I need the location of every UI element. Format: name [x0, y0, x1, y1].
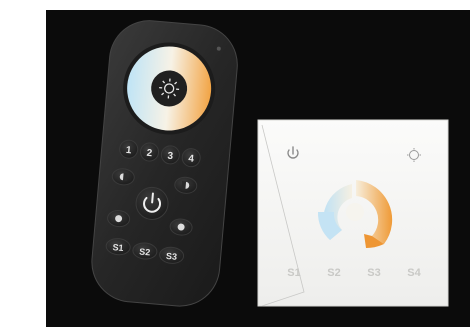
scene-key-s1[interactable]: S1 [287, 267, 300, 279]
scene-key-s2[interactable]: S2 [327, 267, 340, 279]
remote-control: 1 2 3 4 S1 S2 S3 [91, 20, 238, 307]
product-photo: 1 2 3 4 S1 S2 S3 S1 S2 S3 S4 [46, 10, 470, 327]
scene-key-s3[interactable]: S3 [367, 267, 380, 279]
wall-panel: S1 S2 S3 S4 [257, 119, 449, 307]
svg-text:S2: S2 [139, 247, 151, 258]
svg-text:S1: S1 [112, 242, 124, 253]
svg-text:S3: S3 [166, 251, 178, 262]
scene-key-s4[interactable]: S4 [407, 267, 421, 279]
